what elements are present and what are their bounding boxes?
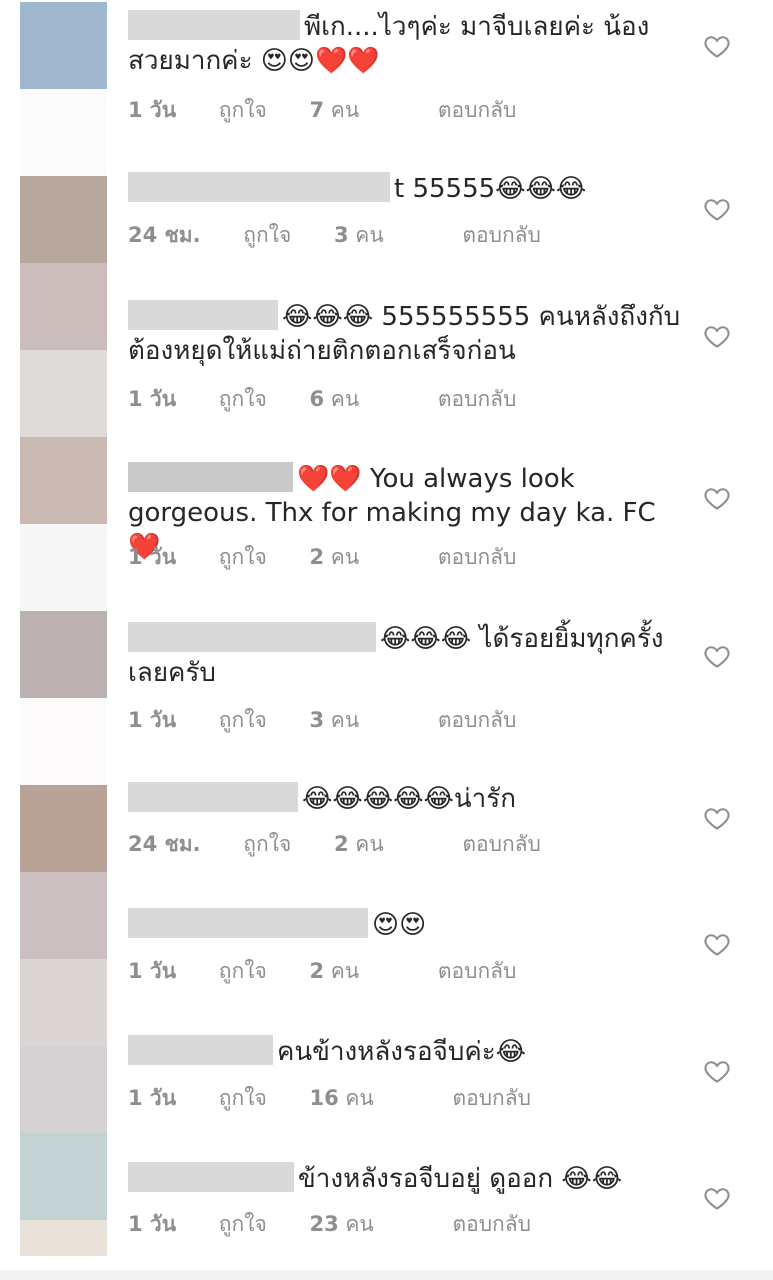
comment-text: พีเก....ไวๆค่ะ มาจีบเลยค่ะ น้อง สวยมากค่…: [128, 10, 650, 76]
comment-text: 😂😂😂😂😂น่ารัก: [128, 782, 688, 816]
comment-time: 1 วัน: [128, 387, 177, 411]
bottom-edge: [0, 1270, 773, 1280]
reply-button[interactable]: ตอบกลับ: [438, 708, 517, 732]
avatar[interactable]: [20, 176, 107, 263]
blurred-username[interactable]: [128, 300, 278, 330]
reply-button[interactable]: ตอบกลับ: [438, 387, 517, 411]
avatar[interactable]: [20, 263, 107, 350]
likes-link[interactable]: ถูกใจ 6 คน: [219, 387, 395, 411]
likes-link[interactable]: ถูกใจ 3 คน: [219, 708, 395, 732]
comment-time: 24 ชม.: [128, 832, 201, 856]
avatar-placeholder: [20, 350, 107, 437]
reply-button[interactable]: ตอบกลับ: [462, 223, 541, 247]
avatar-placeholder: [20, 89, 107, 176]
avatar-placeholder: [20, 1046, 107, 1133]
comment-text: ข้างหลังรอจีบอยู่ ดูออก 😂😂: [128, 1162, 688, 1196]
like-heart-icon[interactable]: [702, 32, 732, 60]
avatar-placeholder: [20, 1220, 107, 1256]
blurred-username[interactable]: [128, 908, 368, 938]
reply-button[interactable]: ตอบกลับ: [438, 545, 517, 569]
avatar-placeholder: [20, 524, 107, 611]
likes-link[interactable]: ถูกใจ 23 คน: [219, 1212, 410, 1236]
comment-meta: 1 วัน ถูกใจ 7 คน ตอบกลับ: [128, 94, 552, 127]
like-heart-icon[interactable]: [702, 1057, 732, 1085]
comment-text: 😂😂😂 555555555 คนหลังถึงกับต้องหยุดให้แม่…: [128, 300, 681, 366]
blurred-username[interactable]: [128, 462, 293, 492]
blurred-username[interactable]: [128, 1035, 273, 1065]
likes-link[interactable]: ถูกใจ 2 คน: [219, 545, 395, 569]
comment-time: 24 ชม.: [128, 223, 201, 247]
comment-time: 1 วัน: [128, 708, 177, 732]
avatar[interactable]: [20, 437, 107, 524]
comment-meta: 24 ชม. ถูกใจ 3 คน ตอบกลับ: [128, 219, 577, 252]
comment-time: 1 วัน: [128, 1086, 177, 1110]
likes-link[interactable]: ถูกใจ 3 คน: [243, 223, 419, 247]
blurred-username[interactable]: [128, 1162, 294, 1192]
blurred-username[interactable]: [128, 172, 390, 202]
likes-link[interactable]: ถูกใจ 7 คน: [219, 98, 395, 122]
likes-link[interactable]: ถูกใจ 2 คน: [219, 959, 395, 983]
like-heart-icon[interactable]: [702, 484, 732, 512]
reply-button[interactable]: ตอบกลับ: [452, 1212, 531, 1236]
blurred-username[interactable]: [128, 622, 376, 652]
comment-text: 😂😂😂 ได้รอยยิ้มทุกครั้งเลยครับ: [128, 622, 664, 688]
comment-text: คนข้างหลังรอจีบค่ะ😂: [128, 1035, 688, 1069]
comment-meta: 1 วัน ถูกใจ 6 คน ตอบกลับ: [128, 383, 552, 416]
blurred-username[interactable]: [128, 782, 298, 812]
likes-link[interactable]: ถูกใจ 2 คน: [243, 832, 419, 856]
like-heart-icon[interactable]: [702, 1184, 732, 1212]
avatar[interactable]: [20, 611, 107, 698]
avatar[interactable]: [20, 872, 107, 959]
avatar[interactable]: [20, 2, 107, 89]
reply-button[interactable]: ตอบกลับ: [438, 959, 517, 983]
comment-text: 😍😍: [128, 908, 688, 942]
avatar[interactable]: [20, 1133, 107, 1220]
comment-time: 1 วัน: [128, 959, 177, 983]
reply-button[interactable]: ตอบกลับ: [452, 1086, 531, 1110]
like-heart-icon[interactable]: [702, 930, 732, 958]
comment-time: 1 วัน: [128, 545, 177, 569]
reply-button[interactable]: ตอบกลับ: [462, 832, 541, 856]
comment-meta: 1 วัน ถูกใจ 2 คน ตอบกลับ: [128, 955, 552, 988]
comment-meta: 1 วัน ถูกใจ 3 คน ตอบกลับ: [128, 704, 552, 737]
blurred-username[interactable]: [128, 10, 300, 40]
comment-meta: 24 ชม. ถูกใจ 2 คน ตอบกลับ: [128, 828, 577, 861]
like-heart-icon[interactable]: [702, 804, 732, 832]
reply-button[interactable]: ตอบกลับ: [438, 98, 517, 122]
like-heart-icon[interactable]: [702, 322, 732, 350]
avatar[interactable]: [20, 785, 107, 872]
comment-text: t 55555😂😂😂: [128, 172, 688, 206]
comment-meta: 1 วัน ถูกใจ 23 คน ตอบกลับ: [128, 1208, 567, 1241]
comment-meta: 1 วัน ถูกใจ 2 คน ตอบกลับ: [128, 541, 552, 574]
like-heart-icon[interactable]: [702, 642, 732, 670]
comment-time: 1 วัน: [128, 1212, 177, 1236]
comment-meta: 1 วัน ถูกใจ 16 คน ตอบกลับ: [128, 1082, 567, 1115]
like-heart-icon[interactable]: [702, 195, 732, 223]
likes-link[interactable]: ถูกใจ 16 คน: [219, 1086, 410, 1110]
avatar[interactable]: [20, 959, 107, 1046]
comment-time: 1 วัน: [128, 98, 177, 122]
avatar-placeholder: [20, 698, 107, 785]
